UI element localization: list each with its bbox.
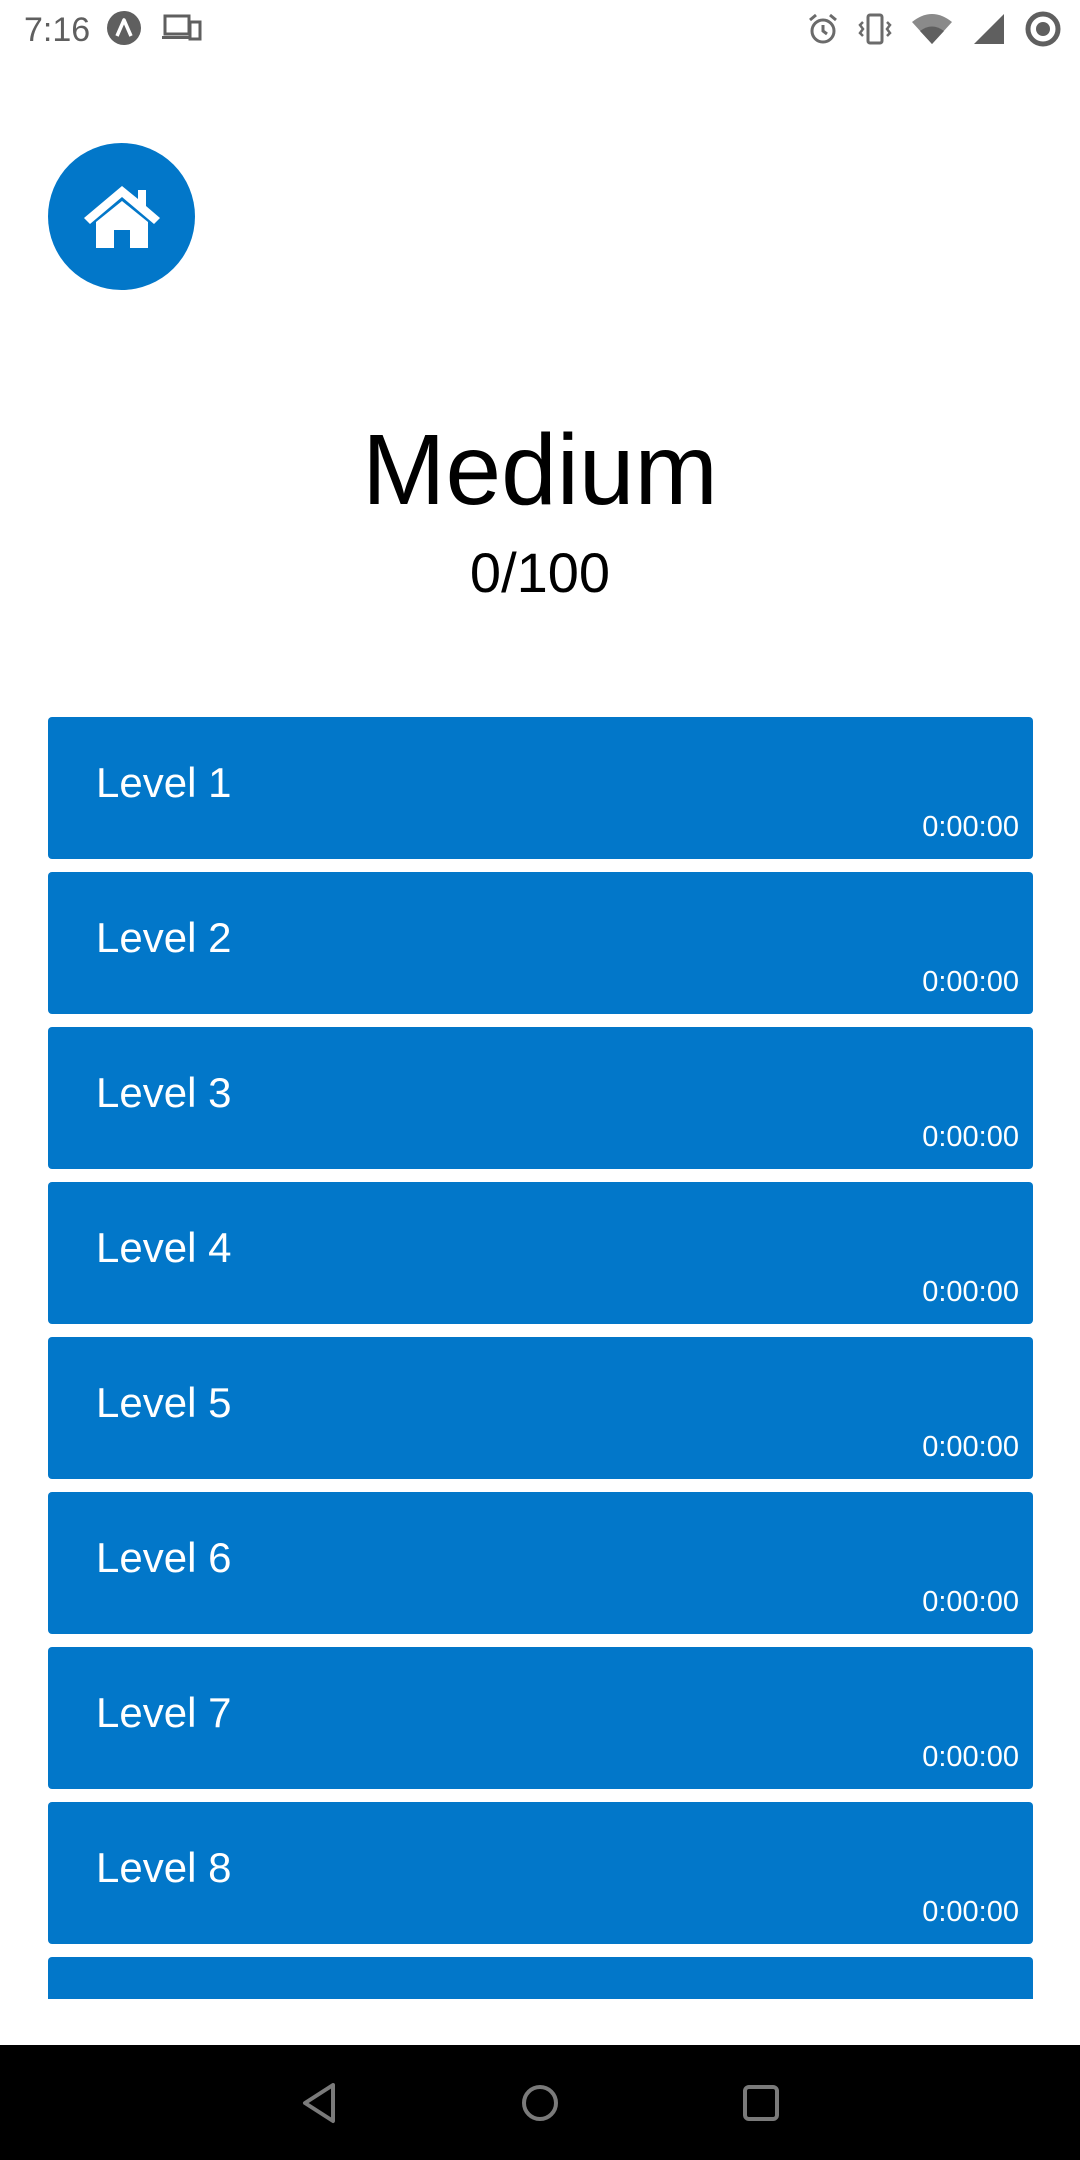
home-nav-button[interactable] [510, 2073, 570, 2133]
app-notification-icon [107, 11, 141, 45]
alarm-icon [809, 13, 837, 44]
level-item-5[interactable]: Level 5 0:00:00 [48, 1337, 1033, 1479]
level-label: Level 1 [96, 759, 232, 806]
level-item-6[interactable]: Level 6 0:00:00 [48, 1492, 1033, 1634]
level-time: 0:00:00 [922, 1431, 1019, 1463]
home-button[interactable] [48, 143, 195, 290]
level-item-8[interactable]: Level 8 0:00:00 [48, 1802, 1033, 1944]
recents-icon [743, 2085, 779, 2121]
level-item-9[interactable] [48, 1957, 1033, 1999]
level-time: 0:00:00 [922, 1121, 1019, 1153]
level-time: 0:00:00 [922, 1741, 1019, 1773]
back-icon [303, 2083, 335, 2123]
level-label: Level 5 [96, 1379, 232, 1426]
status-left-icons [106, 10, 202, 46]
level-time: 0:00:00 [922, 966, 1019, 998]
back-button[interactable] [289, 2073, 349, 2133]
level-time: 0:00:00 [922, 1586, 1019, 1618]
status-bar: 7:16 [0, 0, 1080, 60]
level-item-1[interactable]: Level 1 0:00:00 [48, 717, 1033, 859]
home-circle-icon [522, 2085, 558, 2121]
level-label: Level 2 [96, 914, 232, 961]
level-item-3[interactable]: Level 3 0:00:00 [48, 1027, 1033, 1169]
vibrate-icon [858, 13, 892, 45]
home-icon [83, 185, 160, 248]
level-time: 0:00:00 [922, 1276, 1019, 1308]
level-label: Level 8 [96, 1844, 232, 1891]
level-label: Level 7 [96, 1689, 232, 1736]
level-time: 0:00:00 [922, 811, 1019, 843]
level-time: 0:00:00 [922, 1896, 1019, 1928]
status-time: 7:16 [24, 11, 91, 49]
recents-button[interactable] [731, 2073, 791, 2133]
cell-signal-icon [974, 14, 1004, 44]
navigation-bar [0, 2045, 1080, 2160]
level-label: Level 3 [96, 1069, 232, 1116]
wifi-icon [912, 14, 952, 44]
devices-icon [162, 14, 202, 41]
status-right-icons [806, 10, 1062, 48]
level-item-7[interactable]: Level 7 0:00:00 [48, 1647, 1033, 1789]
level-item-2[interactable]: Level 2 0:00:00 [48, 872, 1033, 1014]
screen: 7:16 Medium 0/100 Level 1 0:00:00 Level … [0, 0, 1080, 2160]
level-item-4[interactable]: Level 4 0:00:00 [48, 1182, 1033, 1324]
score-counter: 0/100 [469, 541, 611, 604]
level-list: Level 1 0:00:00 Level 2 0:00:00 Level 3 … [48, 717, 1033, 1999]
page-title: Medium [362, 414, 718, 526]
sync-icon [1025, 11, 1061, 47]
level-label: Level 4 [96, 1224, 232, 1271]
level-label: Level 6 [96, 1534, 232, 1581]
